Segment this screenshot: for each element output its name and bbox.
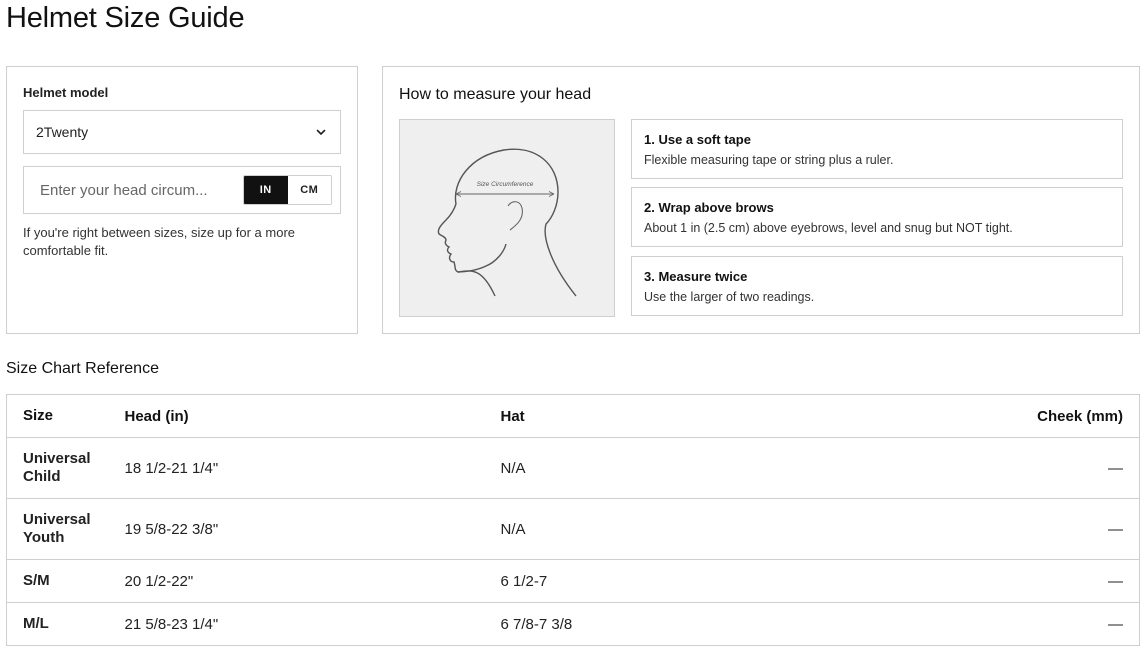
unit-in-button[interactable]: IN <box>244 176 288 204</box>
size-chart-title: Size Chart Reference <box>6 360 159 377</box>
step-card: 3. Measure twice Use the larger of two r… <box>631 256 1123 316</box>
head-measure-group: IN CM <box>23 166 341 214</box>
column-header-size: Size <box>6 394 125 438</box>
table-header-row: Size Head (in) Hat Cheek (mm) <box>6 394 1140 438</box>
sizing-hint: If you're right between sizes, size up f… <box>23 225 295 258</box>
size-cell: Universal Youth <box>6 498 125 560</box>
step-card: 1. Use a soft tape Flexible measuring ta… <box>631 119 1123 179</box>
table-row: Universal Youth 19 5/8-22 3/8" N/A — <box>6 498 1140 560</box>
cheek-cell: — <box>900 602 1140 646</box>
hat-cell: N/A <box>500 437 901 499</box>
chevron-down-icon <box>316 129 326 135</box>
hat-cell: 6 7/8-7 3/8 <box>500 602 901 646</box>
helmet-model-label: Helmet model <box>23 85 109 100</box>
unit-cm-button[interactable]: CM <box>287 176 331 204</box>
column-header-cheek: Cheek (mm) <box>900 394 1140 438</box>
column-header-hat: Hat <box>500 394 901 438</box>
illustration-label: Size Circumference <box>477 181 534 188</box>
size-cell: Universal Child <box>6 437 125 499</box>
helmet-model-select[interactable]: 2Twenty <box>23 110 341 154</box>
step-description: Use the larger of two readings. <box>644 290 815 304</box>
head-profile-icon: Size Circumference <box>437 148 577 297</box>
helmet-model-value: 2Twenty <box>36 124 89 140</box>
step-title: 3. Measure twice <box>644 269 748 284</box>
cheek-cell: — <box>900 559 1140 603</box>
table-row: Universal Child 18 1/2-21 1/4" N/A — <box>6 437 1140 499</box>
size-finder-panel: Helmet model 2Twenty IN CM If you're rig… <box>6 66 358 334</box>
step-title: 2. Wrap above brows <box>644 200 774 215</box>
hat-cell: 6 1/2-7 <box>500 559 901 603</box>
hat-cell: N/A <box>500 498 901 560</box>
how-to-measure-panel: How to measure your head Size Circumfere… <box>382 66 1140 334</box>
column-header-head: Head (in) <box>124 394 501 438</box>
step-card: 2. Wrap above brows About 1 in (2.5 cm) … <box>631 187 1123 247</box>
step-title: 1. Use a soft tape <box>644 132 751 147</box>
cheek-cell: — <box>900 498 1140 560</box>
head-cell: 18 1/2-21 1/4" <box>124 437 501 499</box>
step-description: Flexible measuring tape or string plus a… <box>644 153 894 167</box>
size-chart-table: Size Head (in) Hat Cheek (mm) Universal … <box>6 394 1140 646</box>
head-cell: 19 5/8-22 3/8" <box>124 498 501 560</box>
unit-toggle: IN CM <box>243 175 332 205</box>
head-cell: 20 1/2-22" <box>124 559 501 603</box>
size-cell: M/L <box>6 602 125 646</box>
table-row: M/L 21 5/8-23 1/4" 6 7/8-7 3/8 — <box>6 602 1140 646</box>
head-cell: 21 5/8-23 1/4" <box>124 602 501 646</box>
size-cell: S/M <box>6 559 125 603</box>
step-description: About 1 in (2.5 cm) above eyebrows, leve… <box>644 221 1013 235</box>
cheek-cell: — <box>900 437 1140 499</box>
table-row: S/M 20 1/2-22" 6 1/2-7 — <box>6 559 1140 603</box>
head-circumference-input[interactable] <box>24 167 242 213</box>
head-measure-illustration: Size Circumference <box>399 119 615 317</box>
how-to-measure-title: How to measure your head <box>399 86 592 103</box>
page-title: Helmet Size Guide <box>6 2 245 34</box>
